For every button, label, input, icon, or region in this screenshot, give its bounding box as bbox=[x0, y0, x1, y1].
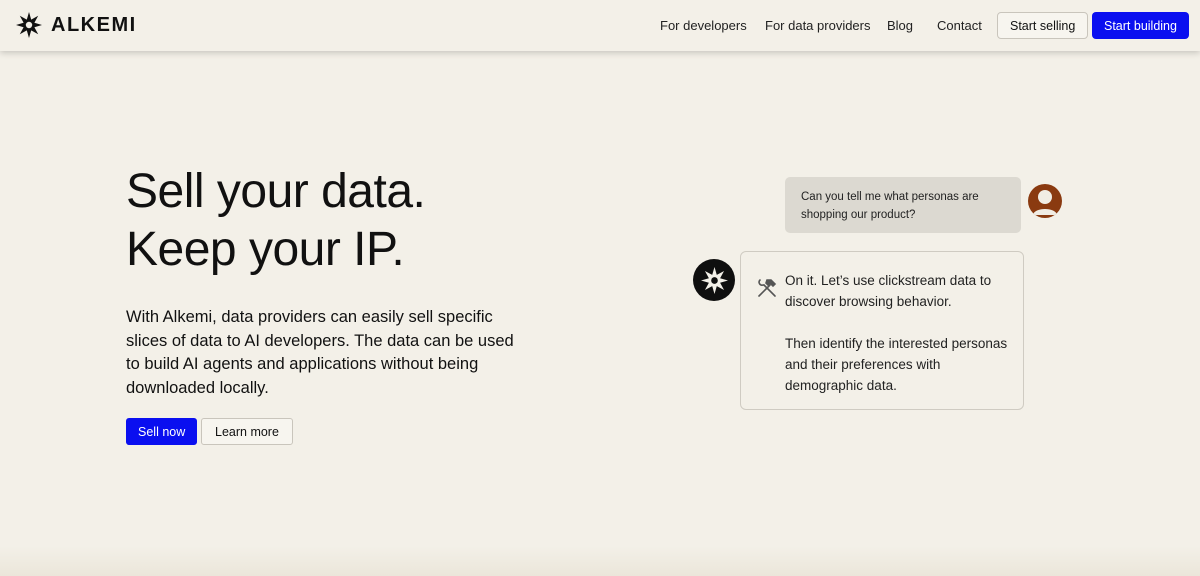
person-icon bbox=[1033, 190, 1057, 215]
start-building-button[interactable]: Start building bbox=[1092, 12, 1189, 39]
hammer-wrench-icon bbox=[758, 279, 777, 297]
sell-now-button[interactable]: Sell now bbox=[126, 418, 198, 445]
hero-description: With Alkemi, data providers can easily s… bbox=[126, 308, 514, 397]
user-avatar bbox=[1028, 184, 1062, 218]
nav-link-contact[interactable]: Contact bbox=[937, 18, 982, 33]
site-header: ALKEMI For developers For data providers… bbox=[0, 0, 1200, 51]
brand-name: ALKEMI bbox=[51, 13, 137, 36]
bot-message-paragraph-1: On it. Let’s use clickstream data to dis… bbox=[785, 273, 992, 309]
start-selling-button[interactable]: Start selling bbox=[997, 12, 1089, 39]
bot-chat-bubble: On it. Let’s use clickstream data to dis… bbox=[740, 251, 1024, 410]
hero-title-line-2: Keep your IP. bbox=[126, 223, 405, 276]
learn-more-button[interactable]: Learn more bbox=[201, 418, 293, 445]
nav-link-blog[interactable]: Blog bbox=[887, 18, 913, 33]
nav-link-developers[interactable]: For developers bbox=[660, 18, 747, 33]
user-chat-bubble: Can you tell me what personas are shoppi… bbox=[785, 177, 1021, 233]
bot-avatar bbox=[693, 259, 735, 301]
hero-title: Sell your data. Keep your IP. bbox=[126, 163, 426, 279]
brand-logo[interactable]: ALKEMI bbox=[16, 12, 137, 38]
star-burst-icon bbox=[700, 266, 728, 294]
star-burst-icon bbox=[16, 12, 42, 38]
nav-link-data-providers[interactable]: For data providers bbox=[765, 18, 871, 33]
bot-message: On it. Let’s use clickstream data to dis… bbox=[785, 270, 1010, 396]
hero-title-line-1: Sell your data. bbox=[126, 165, 426, 218]
section-divider bbox=[0, 546, 1200, 576]
bot-message-paragraph-2: Then identify the interested personas an… bbox=[785, 336, 1008, 393]
